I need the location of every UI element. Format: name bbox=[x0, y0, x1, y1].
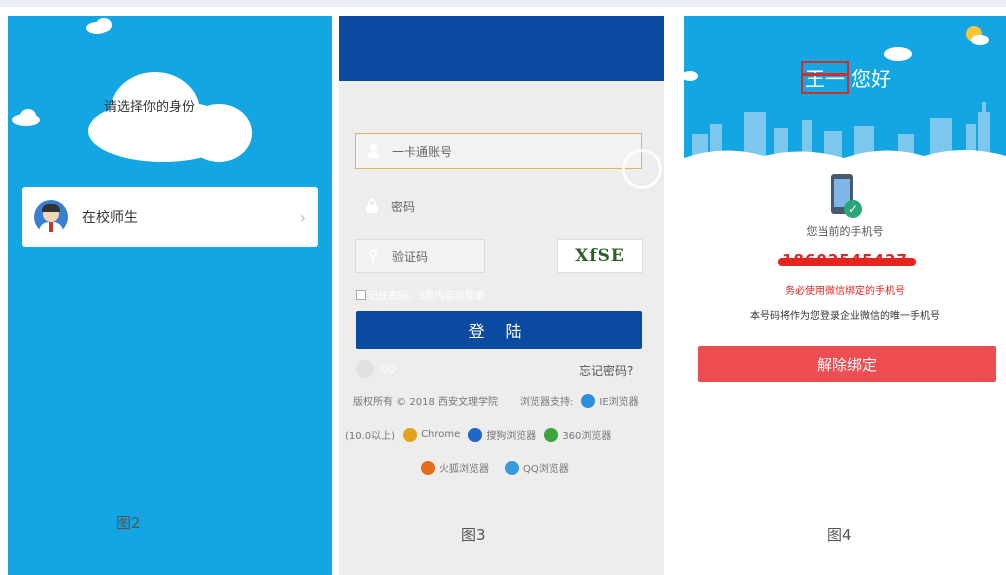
sogou-icon bbox=[468, 427, 483, 442]
cloud-decoration bbox=[20, 109, 36, 123]
identity-panel: 请选择你的身份 在校师生 › 图2 bbox=[8, 16, 332, 575]
figure-caption: 图3 bbox=[461, 526, 486, 544]
firefox-icon bbox=[421, 460, 435, 475]
phone-number: 18602545427 bbox=[684, 251, 1006, 269]
redaction-scribble bbox=[778, 258, 916, 266]
school-seal-watermark bbox=[622, 149, 662, 189]
password-input[interactable]: 密码 bbox=[355, 188, 642, 224]
phone-note: 本号码将作为您登录企业微信的唯一手机号 bbox=[750, 311, 940, 322]
captcha-image[interactable]: XfSE bbox=[557, 239, 643, 273]
user-icon bbox=[366, 144, 380, 158]
360-browser-icon bbox=[544, 427, 559, 442]
account-placeholder: 一卡通账号 bbox=[392, 144, 453, 159]
browser-sogou: 搜狗浏览器 bbox=[486, 431, 537, 442]
footer-row-3: 火狐浏览器 QQ浏览器 bbox=[413, 460, 569, 475]
login-header bbox=[339, 16, 664, 81]
qq-label: QQ bbox=[380, 363, 396, 375]
footer-row-2: (10.0以上) Chrome 搜狗浏览器 360浏览器 bbox=[345, 427, 611, 442]
prompt-cloud bbox=[88, 72, 258, 168]
figure-caption: 图4 bbox=[827, 526, 852, 544]
bind-notice: 务必使用微信绑定的手机号 bbox=[785, 286, 905, 297]
chrome-icon bbox=[403, 427, 418, 442]
remember-password[interactable]: 记住密码，3周内自动登录 bbox=[356, 287, 484, 302]
figure-caption: 图2 bbox=[116, 514, 141, 532]
top-border bbox=[0, 0, 1006, 7]
avatar bbox=[34, 200, 68, 234]
ie-version: (10.0以上) bbox=[345, 431, 396, 442]
browser-chrome: Chrome bbox=[421, 429, 461, 440]
key-icon bbox=[366, 249, 380, 263]
greeting: 王一 您好 bbox=[801, 61, 891, 94]
lock-icon bbox=[365, 199, 379, 213]
footer-row-1: 版权所有 © 2018 西安文理学院 浏览器支持: IE浏览器 bbox=[353, 393, 639, 408]
remember-label: 记住密码，3周内自动登录 bbox=[368, 291, 485, 302]
forgot-password-link[interactable]: 忘记密码? bbox=[579, 362, 633, 379]
screenshot-collage: 请选择你的身份 在校师生 › 图2 一卡通账号 密码 验证码 XfSE 记住密码… bbox=[0, 0, 1006, 575]
current-phone-label: 您当前的手机号 bbox=[806, 225, 884, 238]
identity-prompt: 请选择你的身份 bbox=[104, 100, 196, 115]
unbind-button[interactable]: 解除绑定 bbox=[698, 346, 996, 382]
captcha-input[interactable]: 验证码 bbox=[355, 239, 485, 273]
chevron-right-icon: › bbox=[299, 207, 306, 227]
cloud-decoration bbox=[96, 18, 112, 32]
qq-icon bbox=[356, 360, 374, 378]
account-input[interactable]: 一卡通账号 bbox=[355, 133, 642, 169]
remember-checkbox[interactable] bbox=[356, 289, 366, 300]
captcha-text: XfSE bbox=[575, 246, 625, 266]
qq-browser-icon bbox=[505, 460, 519, 475]
unbind-panel: 王一 您好 ✓ 您当前的手机号 18602545427 务必使用微信绑定的手机号… bbox=[684, 16, 1006, 575]
copyright: 版权所有 © 2018 西安文理学院 bbox=[353, 397, 498, 408]
password-placeholder: 密码 bbox=[391, 199, 416, 214]
check-icon: ✓ bbox=[844, 200, 862, 218]
ie-icon bbox=[581, 393, 596, 408]
login-button[interactable]: 登 陆 bbox=[356, 311, 642, 349]
browser-support-label: 浏览器支持: bbox=[520, 397, 574, 408]
browser-360: 360浏览器 bbox=[562, 431, 612, 442]
greeting-name-redacted: 王一 bbox=[801, 61, 849, 94]
captcha-placeholder: 验证码 bbox=[392, 249, 429, 264]
browser-firefox: 火狐浏览器 bbox=[439, 464, 489, 475]
identity-option-label: 在校师生 bbox=[82, 210, 138, 226]
qq-login[interactable]: QQ bbox=[356, 360, 396, 378]
browser-qq: QQ浏览器 bbox=[523, 464, 569, 475]
browser-ie: IE浏览器 bbox=[599, 397, 639, 408]
login-panel: 一卡通账号 密码 验证码 XfSE 记住密码，3周内自动登录 登 陆 QQ 忘记… bbox=[339, 16, 664, 575]
greeting-suffix: 您好 bbox=[851, 67, 891, 91]
identity-option-teacher-student[interactable]: 在校师生 › bbox=[22, 187, 318, 247]
